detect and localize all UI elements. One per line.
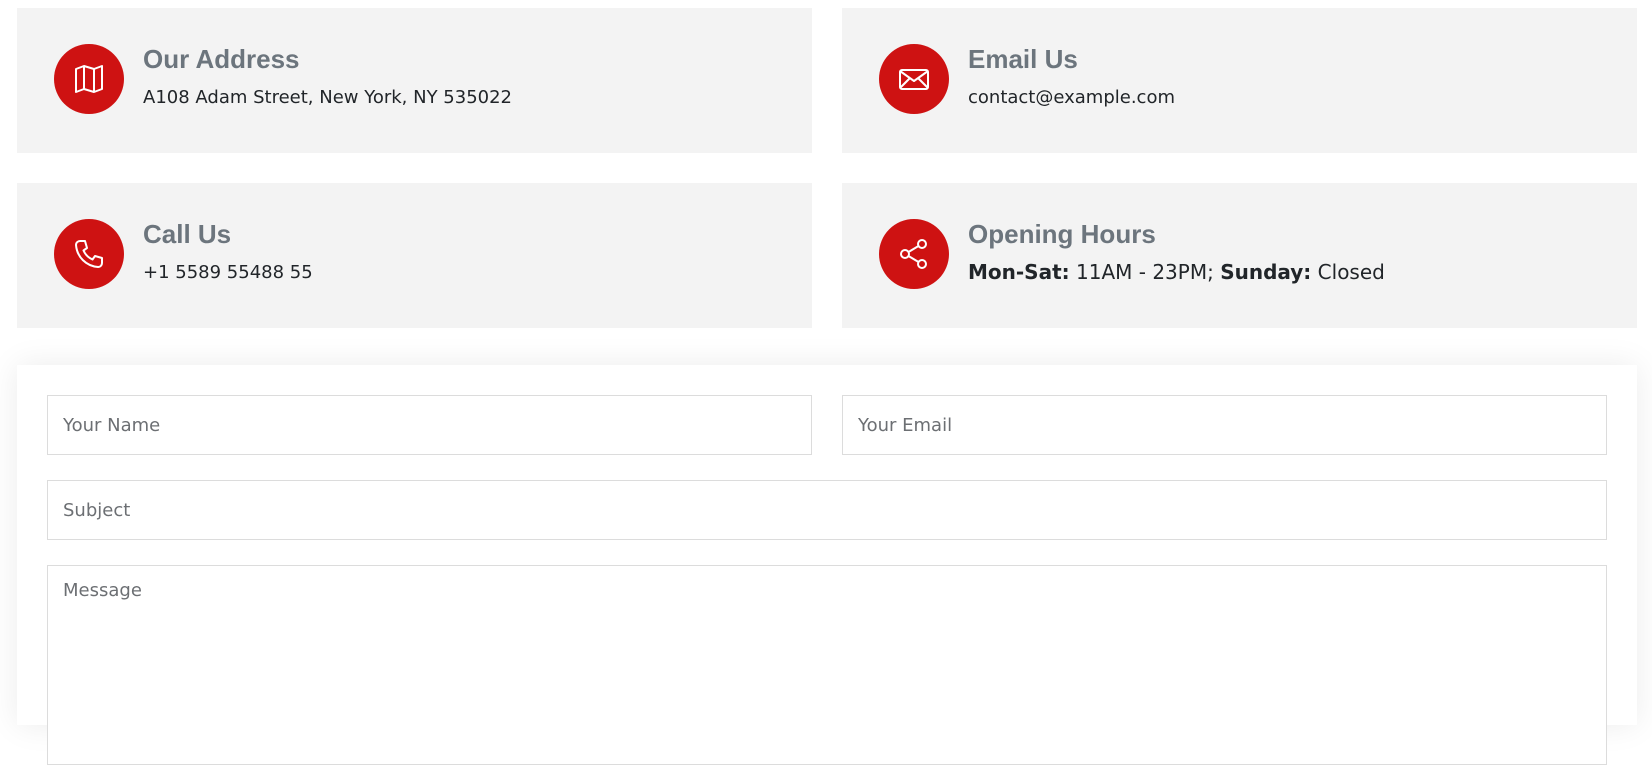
- weekday-hours: 11AM - 23PM;: [1069, 260, 1221, 284]
- address-card: Our Address A108 Adam Street, New York, …: [17, 8, 812, 153]
- hours-title: Opening Hours: [968, 219, 1156, 249]
- hours-text: Mon-Sat: 11AM - 23PM; Sunday: Closed: [968, 260, 1385, 284]
- sunday-hours: Closed: [1311, 260, 1385, 284]
- email-input[interactable]: [842, 395, 1607, 455]
- contact-form: [17, 365, 1637, 765]
- call-title: Call Us: [143, 219, 232, 249]
- email-text: contact@example.com: [968, 87, 1175, 108]
- phone-icon: [54, 219, 124, 289]
- sunday-label: Sunday:: [1220, 260, 1312, 284]
- envelope-icon: [879, 44, 949, 114]
- subject-input[interactable]: [47, 480, 1607, 540]
- message-textarea[interactable]: [47, 565, 1607, 765]
- email-title: Email Us: [968, 44, 1078, 74]
- address-text: A108 Adam Street, New York, NY 535022: [143, 87, 512, 108]
- call-card: Call Us +1 5589 55488 55: [17, 183, 812, 328]
- share-icon: [879, 219, 949, 289]
- address-title: Our Address: [143, 44, 300, 74]
- contact-info-grid: Our Address A108 Adam Street, New York, …: [17, 8, 1637, 328]
- email-card: Email Us contact@example.com: [842, 8, 1637, 153]
- weekday-label: Mon-Sat:: [968, 260, 1070, 284]
- call-text: +1 5589 55488 55: [143, 262, 313, 283]
- hours-card: Opening Hours Mon-Sat: 11AM - 23PM; Sund…: [842, 183, 1637, 328]
- map-icon: [54, 44, 124, 114]
- name-input[interactable]: [47, 395, 812, 455]
